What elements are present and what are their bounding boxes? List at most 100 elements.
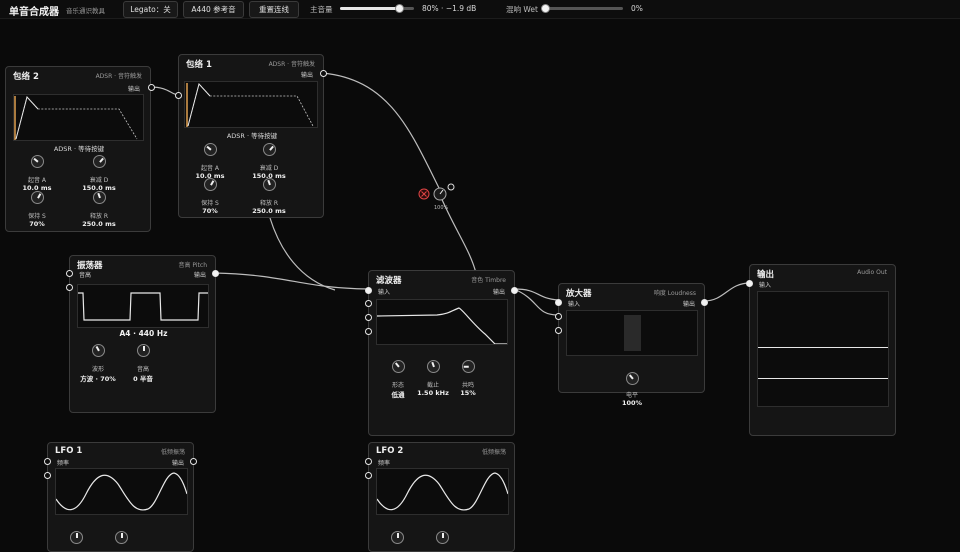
osc-out-port[interactable] [212, 270, 219, 277]
out-port-label: 输出 [300, 72, 313, 79]
lfo-2-node[interactable]: LFO 2 低频振荡 频率 [365, 442, 515, 552]
wire-amp-out[interactable] [703, 282, 751, 302]
knob-label: 音高 [136, 366, 149, 373]
lfo1-out-port[interactable] [190, 458, 197, 465]
lfo2-depth-knob[interactable] [436, 531, 449, 544]
lfo1-mod-in-port[interactable] [44, 472, 51, 479]
knob-label: 释放 R [89, 213, 109, 220]
wire-env1-mod[interactable] [322, 72, 441, 191]
osc-mod-in-port[interactable] [66, 284, 73, 291]
env1-out-port[interactable] [320, 70, 327, 77]
node-title: LFO 1 [55, 446, 83, 456]
lfo2-mod-in-port[interactable] [365, 472, 372, 479]
knob-label: 衰减 D [259, 165, 279, 172]
env1-release-knob[interactable] [263, 178, 276, 191]
osc-waveform-knob[interactable] [92, 344, 105, 357]
knob-label: 电平 [625, 392, 638, 399]
env1-attack-knob[interactable] [204, 143, 217, 156]
in-port-label: 输入 [759, 282, 772, 289]
lfo1-rate-in-port[interactable] [44, 458, 51, 465]
env1-in-port[interactable] [175, 92, 182, 99]
envelope-2-node[interactable]: 包络 2 ADSR · 音符触发 输出 ADSR · 等待按键 起音 A 10.… [5, 66, 155, 232]
wire-osc-filter[interactable] [214, 272, 369, 290]
in-port-label: 频率 [57, 460, 70, 467]
filter-res-in-port[interactable] [365, 314, 372, 321]
amp-level-in-port[interactable] [555, 313, 562, 320]
filter-node[interactable]: 滤波器 音色 Timbre 输入 输出 形态 低通 截止 1.50 kHz 共鸣… [365, 270, 518, 436]
in-port-label: 输入 [378, 289, 391, 296]
env2-release-knob[interactable] [93, 191, 106, 204]
knob-label: 起音 A [200, 165, 219, 172]
sine-wave [376, 472, 509, 511]
node-title: LFO 2 [376, 446, 404, 456]
adsr-display [184, 81, 318, 128]
filter-response-display [376, 299, 508, 345]
oscilloscope-display [757, 291, 889, 407]
lfo2-rate-knob[interactable] [391, 531, 404, 544]
filter-resonance-knob[interactable] [462, 360, 475, 373]
output-in-port[interactable] [746, 280, 753, 287]
knob-label: 波形 [91, 366, 104, 373]
out-port-label: 输出 [171, 460, 184, 467]
in-port-label: 音高 [79, 272, 92, 279]
sine-wave [55, 472, 188, 511]
env2-sustain-knob[interactable] [31, 191, 44, 204]
amp-mod-in-port[interactable] [555, 327, 562, 334]
out-port-label: 输出 [127, 86, 140, 93]
node-subtitle: 音高 Pitch [178, 262, 207, 269]
env2-attack-knob[interactable] [31, 155, 44, 168]
scope-trace-upper [758, 347, 888, 348]
out-port-label: 输出 [193, 272, 206, 279]
lfo-1-node[interactable]: LFO 1 低频振荡 频率 输出 [44, 442, 197, 552]
env1-sustain-knob[interactable] [204, 178, 217, 191]
knob-label: 保持 S [201, 200, 219, 207]
pitch-caption: A4 · 440 Hz [119, 329, 168, 338]
amp-in-port[interactable] [555, 299, 562, 306]
filter-type-knob[interactable] [392, 360, 405, 373]
filter-audio-in-port[interactable] [365, 287, 372, 294]
scope-trace-lower [758, 378, 888, 379]
filter-cutoff-knob[interactable] [427, 360, 440, 373]
oscillator-node[interactable]: 振荡器 音高 Pitch 音高 输出 A4 · 440 Hz 波形 方波 · 7… [66, 255, 219, 413]
lfo2-rate-in-port[interactable] [365, 458, 372, 465]
env2-decay-knob[interactable] [93, 155, 106, 168]
lfo1-depth-knob[interactable] [115, 531, 128, 544]
lfo1-wave-display [55, 468, 188, 515]
in-port-label: 频率 [378, 460, 391, 467]
knob-value: 100% [621, 399, 643, 407]
adsr-caption: ADSR · 等待按键 [53, 145, 105, 153]
knob-value: 70% [202, 207, 218, 215]
osc-pitch-in-port[interactable] [66, 270, 73, 277]
wire-filter-amp[interactable] [513, 288, 559, 301]
env2-out-port[interactable] [148, 84, 155, 91]
amp-out-port[interactable] [701, 299, 708, 306]
knob-label: 衰减 D [89, 177, 109, 184]
lfo1-rate-knob[interactable] [70, 531, 83, 544]
filter-out-port[interactable] [511, 287, 518, 294]
node-subtitle: ADSR · 音符触发 [95, 73, 142, 80]
output-node[interactable]: 输出 Audio Out 输入 [746, 264, 896, 436]
knob-value: 15% [460, 389, 476, 397]
node-subtitle: ADSR · 音符触发 [268, 61, 315, 68]
mod-amount-port[interactable] [447, 183, 455, 191]
adsr-curve [186, 82, 314, 127]
out-port-label: 输出 [492, 289, 505, 296]
osc-pitch-knob[interactable] [137, 344, 150, 357]
knob-label: 起音 A [27, 177, 46, 184]
adsr-curve [14, 95, 138, 140]
knob-value: 70% [29, 220, 45, 228]
filter-cutoff-in-port[interactable] [365, 300, 372, 307]
node-subtitle: 响度 Loudness [653, 290, 696, 297]
knob-label: 共鸣 [461, 382, 474, 389]
node-subtitle: 低频振荡 [481, 449, 506, 456]
knob-value: 250.0 ms [252, 207, 286, 215]
amp-level-knob[interactable] [626, 372, 639, 385]
node-title: 输出 [757, 270, 775, 280]
node-title: 滤波器 [376, 276, 402, 286]
level-meter-display [566, 310, 698, 356]
envelope-1-node[interactable]: 包络 1 ADSR · 音符触发 输出 ADSR · 等待按键 起音 A 10.… [175, 54, 327, 218]
amplifier-node[interactable]: 放大器 响度 Loudness 输入 输出 电平 100% [555, 283, 708, 407]
env1-decay-knob[interactable] [263, 143, 276, 156]
filter-type-in-port[interactable] [365, 328, 372, 335]
lfo2-wave-display [376, 468, 509, 515]
